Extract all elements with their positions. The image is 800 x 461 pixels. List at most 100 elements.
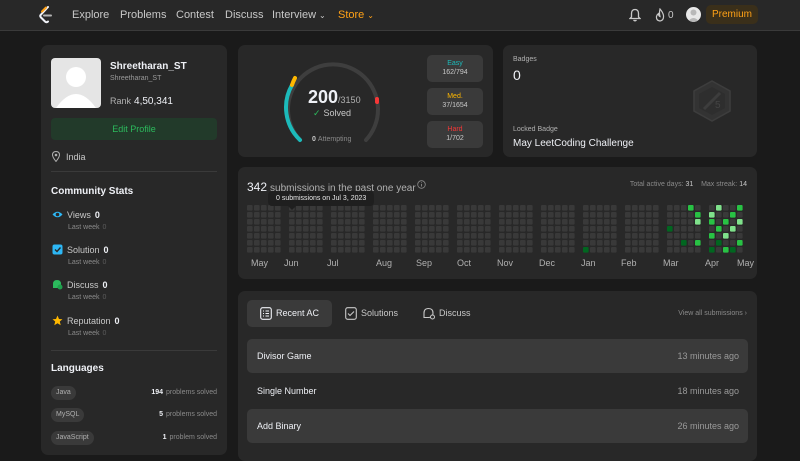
heatmap-cell[interactable] xyxy=(632,247,638,253)
heatmap-cell[interactable] xyxy=(737,212,743,218)
heatmap-cell[interactable] xyxy=(345,219,351,225)
heatmap-cell[interactable] xyxy=(345,212,351,218)
heatmap-cell[interactable] xyxy=(730,205,736,211)
heatmap-cell[interactable] xyxy=(695,240,701,246)
heatmap-cell[interactable] xyxy=(716,219,722,225)
heatmap-cell[interactable] xyxy=(247,233,253,239)
heatmap-cell[interactable] xyxy=(443,240,449,246)
heatmap-cell[interactable] xyxy=(268,226,274,232)
heatmap-cell[interactable] xyxy=(275,233,281,239)
heatmap-cell[interactable] xyxy=(639,219,645,225)
nav-problems[interactable]: Problems xyxy=(120,9,166,21)
heatmap-cell[interactable] xyxy=(646,212,652,218)
heatmap-cell[interactable] xyxy=(548,247,554,253)
heatmap-cell[interactable] xyxy=(415,247,421,253)
heatmap-cell[interactable] xyxy=(464,233,470,239)
heatmap-cell[interactable] xyxy=(478,226,484,232)
heatmap-cell[interactable] xyxy=(625,247,631,253)
nav-interview[interactable]: Interview⌄ xyxy=(272,9,326,21)
heatmap-cell[interactable] xyxy=(583,212,589,218)
heatmap-cell[interactable] xyxy=(520,226,526,232)
heatmap-cell[interactable] xyxy=(541,205,547,211)
heatmap-cell[interactable] xyxy=(261,240,267,246)
heatmap-cell[interactable] xyxy=(317,226,323,232)
heatmap-cell[interactable] xyxy=(499,219,505,225)
heatmap-cell[interactable] xyxy=(527,247,533,253)
heatmap-cell[interactable] xyxy=(681,219,687,225)
heatmap-cell[interactable] xyxy=(674,219,680,225)
leetcode-logo-icon[interactable] xyxy=(38,6,54,24)
heatmap-cell[interactable] xyxy=(562,240,568,246)
heatmap-cell[interactable] xyxy=(653,219,659,225)
heatmap-cell[interactable] xyxy=(401,212,407,218)
heatmap-cell[interactable] xyxy=(639,240,645,246)
heatmap-cell[interactable] xyxy=(681,212,687,218)
heatmap-cell[interactable] xyxy=(373,240,379,246)
heatmap-cell[interactable] xyxy=(359,240,365,246)
heatmap-cell[interactable] xyxy=(345,226,351,232)
heatmap-cell[interactable] xyxy=(674,233,680,239)
heatmap-cell[interactable] xyxy=(730,240,736,246)
heatmap-cell[interactable] xyxy=(555,247,561,253)
heatmap-cell[interactable] xyxy=(737,226,743,232)
heatmap-cell[interactable] xyxy=(730,226,736,232)
heatmap-cell[interactable] xyxy=(303,219,309,225)
heatmap-cell[interactable] xyxy=(359,247,365,253)
heatmap-cell[interactable] xyxy=(394,247,400,253)
heatmap-cell[interactable] xyxy=(352,240,358,246)
heatmap-cell[interactable] xyxy=(373,212,379,218)
heatmap-cell[interactable] xyxy=(380,247,386,253)
heatmap-cell[interactable] xyxy=(716,233,722,239)
heatmap-cell[interactable] xyxy=(639,212,645,218)
heatmap-cell[interactable] xyxy=(429,247,435,253)
heatmap-cell[interactable] xyxy=(289,233,295,239)
heatmap-cell[interactable] xyxy=(268,212,274,218)
heatmap-cell[interactable] xyxy=(485,240,491,246)
heatmap-cell[interactable] xyxy=(541,247,547,253)
submission-row[interactable]: Add Binary 26 minutes ago xyxy=(247,409,748,443)
heatmap-cell[interactable] xyxy=(275,212,281,218)
heatmap-cell[interactable] xyxy=(289,212,295,218)
heatmap-cell[interactable] xyxy=(695,205,701,211)
heatmap-cell[interactable] xyxy=(723,226,729,232)
heatmap-cell[interactable] xyxy=(254,233,260,239)
heatmap-cell[interactable] xyxy=(394,233,400,239)
heatmap-cell[interactable] xyxy=(527,226,533,232)
heatmap-cell[interactable] xyxy=(464,219,470,225)
nav-discuss[interactable]: Discuss xyxy=(225,9,264,21)
heatmap-cell[interactable] xyxy=(443,233,449,239)
heatmap-cell[interactable] xyxy=(471,205,477,211)
heatmap-cell[interactable] xyxy=(394,219,400,225)
heatmap-cell[interactable] xyxy=(590,247,596,253)
heatmap-cell[interactable] xyxy=(667,212,673,218)
nav-contest[interactable]: Contest xyxy=(176,9,214,21)
heatmap-cell[interactable] xyxy=(429,226,435,232)
heatmap-cell[interactable] xyxy=(709,247,715,253)
heatmap-cell[interactable] xyxy=(338,247,344,253)
heatmap-cell[interactable] xyxy=(471,212,477,218)
heatmap-cell[interactable] xyxy=(597,205,603,211)
heatmap-cell[interactable] xyxy=(485,219,491,225)
heatmap-cell[interactable] xyxy=(688,205,694,211)
heatmap-cell[interactable] xyxy=(674,247,680,253)
heatmap-cell[interactable] xyxy=(583,240,589,246)
heatmap-cell[interactable] xyxy=(485,226,491,232)
heatmap-cell[interactable] xyxy=(695,219,701,225)
heatmap-cell[interactable] xyxy=(422,205,428,211)
lang-tag-java[interactable]: Java xyxy=(51,386,76,400)
heatmap-cell[interactable] xyxy=(345,233,351,239)
heatmap-cell[interactable] xyxy=(261,205,267,211)
heatmap-cell[interactable] xyxy=(520,219,526,225)
heatmap-cell[interactable] xyxy=(401,219,407,225)
heatmap-cell[interactable] xyxy=(541,226,547,232)
heatmap-cell[interactable] xyxy=(331,219,337,225)
heatmap-cell[interactable] xyxy=(674,226,680,232)
heatmap-cell[interactable] xyxy=(303,240,309,246)
heatmap-cell[interactable] xyxy=(597,247,603,253)
heatmap-cell[interactable] xyxy=(457,219,463,225)
heatmap-cell[interactable] xyxy=(541,212,547,218)
heatmap-cell[interactable] xyxy=(562,212,568,218)
heatmap-cell[interactable] xyxy=(695,226,701,232)
heatmap-cell[interactable] xyxy=(506,240,512,246)
heatmap-cell[interactable] xyxy=(688,219,694,225)
